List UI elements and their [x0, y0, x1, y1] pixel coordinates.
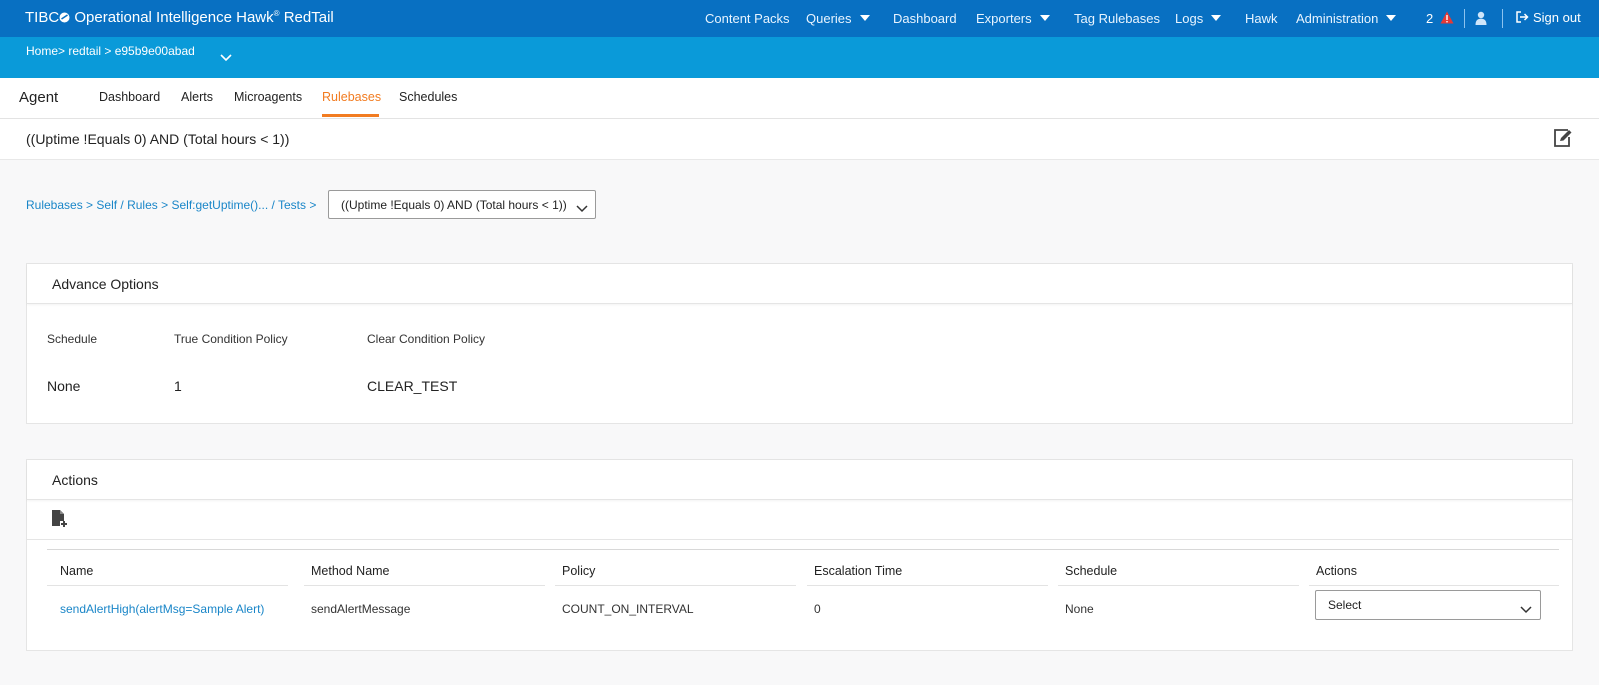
- active-tab-indicator: [322, 114, 379, 117]
- action-select-value: Select: [1328, 598, 1362, 612]
- tab-alerts[interactable]: Alerts: [181, 90, 213, 104]
- table-top-border: [47, 549, 1559, 550]
- edit-icon[interactable]: [1553, 129, 1573, 153]
- brand-logo[interactable]: TIBC Operational Intelligence Hawk® RedT…: [25, 9, 334, 26]
- agent-title: Agent: [19, 89, 59, 106]
- context-breadcrumb[interactable]: Home> redtail > e95b9e00abad: [26, 44, 195, 58]
- tab-rulebases[interactable]: Rulebases: [322, 90, 381, 104]
- tab-schedules[interactable]: Schedules: [399, 90, 457, 104]
- brand-mark-icon: [59, 12, 70, 23]
- schedule-value: None: [47, 378, 81, 394]
- brand-suffix: RedTail: [283, 9, 334, 26]
- caret-down-icon: [1039, 15, 1050, 21]
- sign-out-button[interactable]: Sign out: [1516, 10, 1581, 25]
- rule-title-bar: ((Uptime !Equals 0) AND (Total hours < 1…: [0, 119, 1599, 160]
- test-select[interactable]: ((Uptime !Equals 0) AND (Total hours < 1…: [328, 190, 596, 219]
- sign-out-label: Sign out: [1533, 10, 1581, 25]
- column-header-name: Name: [60, 564, 94, 578]
- column-header-schedule: Schedule: [1065, 564, 1118, 578]
- column-header-method-name: Method Name: [311, 564, 390, 578]
- actions-toolbar: [27, 500, 1572, 540]
- rule-breadcrumb: Rulebases > Self / Rules > Self:getUptim…: [26, 198, 316, 212]
- alerts-indicator[interactable]: 2: [1426, 11, 1454, 26]
- schedule-label: Schedule: [47, 332, 98, 346]
- crumb-self-rules[interactable]: Self / Rules: [96, 198, 157, 212]
- clear-condition-policy-value: CLEAR_TEST: [367, 378, 458, 394]
- nav-hawk[interactable]: Hawk: [1245, 11, 1278, 26]
- caret-down-icon: [1386, 15, 1397, 21]
- advance-options-panel: Advance Options Schedule True Condition …: [26, 263, 1573, 424]
- nav-tag-rulebases[interactable]: Tag Rulebases: [1074, 11, 1160, 26]
- action-policy: COUNT_ON_INTERVAL: [562, 602, 694, 616]
- crumb-separator: >: [161, 198, 169, 212]
- advance-options-header: Advance Options: [27, 264, 1572, 304]
- nav-administration-label: Administration: [1296, 11, 1379, 26]
- column-header-policy: Policy: [562, 564, 596, 578]
- column-header-escalation-time: Escalation Time: [814, 564, 903, 578]
- column-divider: [555, 585, 796, 586]
- column-divider: [807, 585, 1048, 586]
- sign-out-icon: [1516, 11, 1529, 23]
- chevron-down-icon: [576, 200, 588, 218]
- advance-options-title: Advance Options: [52, 276, 159, 292]
- test-select-value: ((Uptime !Equals 0) AND (Total hours < 1…: [341, 198, 567, 212]
- nav-content-packs[interactable]: Content Packs: [705, 11, 790, 26]
- nav-divider: [1464, 9, 1465, 28]
- column-divider: [1058, 585, 1299, 586]
- top-navigation-bar: TIBC Operational Intelligence Hawk® RedT…: [0, 0, 1599, 37]
- context-breadcrumb-bar: Home> redtail > e95b9e00abad: [0, 37, 1599, 78]
- nav-exporters-label: Exporters: [976, 11, 1032, 26]
- true-condition-policy-label: True Condition Policy: [174, 332, 288, 346]
- crumb-separator: >: [86, 198, 94, 212]
- brand-trademark: ®: [273, 9, 280, 18]
- user-icon[interactable]: [1475, 11, 1487, 30]
- action-method-name: sendAlertMessage: [311, 602, 411, 616]
- crumb-method[interactable]: Self:getUptime()...: [171, 198, 268, 212]
- clear-condition-policy-label: Clear Condition Policy: [367, 332, 486, 346]
- nav-administration[interactable]: Administration: [1296, 11, 1397, 26]
- nav-logs-label: Logs: [1175, 11, 1204, 26]
- brand-name: Operational Intelligence Hawk: [74, 9, 274, 26]
- agent-tab-bar: Agent Dashboard Alerts Microagents Ruleb…: [0, 78, 1599, 119]
- nav-dashboard[interactable]: Dashboard: [893, 11, 957, 26]
- nav-exporters[interactable]: Exporters: [976, 11, 1050, 26]
- action-escalation-time: 0: [814, 602, 821, 616]
- column-divider: [1309, 585, 1559, 586]
- nav-queries-label: Queries: [806, 11, 852, 26]
- actions-header: Actions: [27, 460, 1572, 500]
- true-condition-policy-value: 1: [174, 378, 182, 394]
- alert-count: 2: [1426, 11, 1434, 26]
- tab-microagents[interactable]: Microagents: [234, 90, 302, 104]
- column-header-actions: Actions: [1316, 564, 1357, 578]
- rule-title: ((Uptime !Equals 0) AND (Total hours < 1…: [26, 131, 290, 147]
- actions-title: Actions: [52, 472, 98, 488]
- add-document-icon[interactable]: [51, 509, 68, 533]
- nav-divider: [1502, 9, 1503, 28]
- action-name-link[interactable]: sendAlertHigh(alertMsg=Sample Alert): [60, 602, 264, 616]
- chevron-down-icon: [1520, 601, 1532, 619]
- caret-down-icon: [859, 15, 870, 21]
- crumb-tests[interactable]: / Tests: [272, 198, 306, 212]
- nav-logs[interactable]: Logs: [1175, 11, 1222, 26]
- chevron-down-icon[interactable]: [220, 49, 232, 67]
- crumb-separator: >: [309, 198, 317, 212]
- actions-panel: Actions Name Method Name Policy Escalati…: [26, 459, 1573, 651]
- warning-triangle-icon: [1440, 11, 1454, 24]
- crumb-rulebases[interactable]: Rulebases: [26, 198, 83, 212]
- action-schedule: None: [1065, 602, 1094, 616]
- nav-queries[interactable]: Queries: [806, 11, 870, 26]
- caret-down-icon: [1211, 15, 1222, 21]
- column-divider: [47, 585, 288, 586]
- brand-prefix: TIBC: [25, 9, 60, 26]
- tab-dashboard[interactable]: Dashboard: [99, 90, 160, 104]
- action-select[interactable]: Select: [1315, 590, 1541, 620]
- column-divider: [304, 585, 545, 586]
